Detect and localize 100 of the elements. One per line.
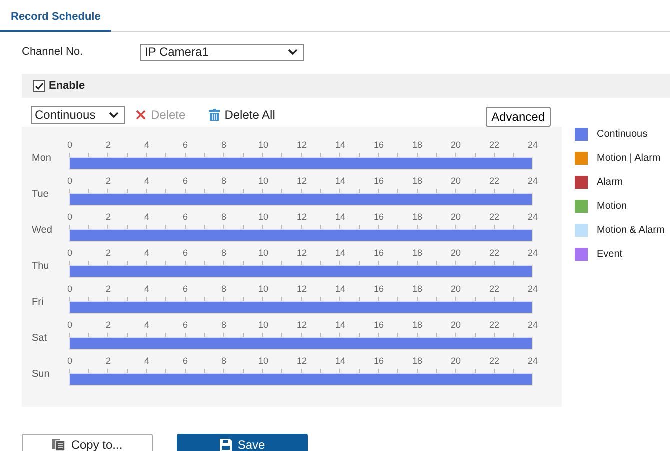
hour-label: 6	[182, 320, 189, 332]
hour-label: 6	[182, 140, 189, 152]
hour-label: 6	[182, 176, 189, 188]
channel-dropdown[interactable]: IP Camera1	[140, 44, 304, 60]
legend-label: Alarm	[597, 177, 624, 188]
hour-label: 20	[451, 284, 459, 296]
hour-label: 14	[336, 356, 344, 368]
hour-label: 22	[490, 320, 498, 332]
hour-label: 18	[412, 212, 420, 224]
hour-label: 16	[374, 320, 382, 332]
hour-label: 8	[220, 356, 228, 368]
save-button[interactable]: Save	[177, 434, 308, 451]
hour-label: 10	[258, 176, 266, 188]
hour-label: 16	[374, 176, 382, 188]
hour-label: 14	[336, 248, 344, 260]
record-type-dropdown[interactable]: Continuous	[31, 106, 125, 124]
hour-label: 12	[297, 140, 305, 152]
hour-label: 16	[374, 140, 382, 152]
hour-label: 18	[412, 248, 420, 260]
hour-label: 18	[412, 320, 420, 332]
hour-label: 24	[528, 284, 536, 296]
enable-label: Enable	[49, 80, 86, 92]
hour-label: 10	[258, 284, 266, 296]
hour-label: 0	[66, 356, 74, 368]
delete-all-button[interactable]: Delete All	[208, 108, 276, 122]
hour-label: 2	[104, 176, 112, 188]
hour-label: 12	[297, 356, 305, 368]
hour-label: 10	[258, 356, 266, 368]
hour-label: 8	[220, 320, 228, 332]
hour-label: 4	[143, 356, 150, 368]
close-icon	[136, 110, 146, 120]
hour-label: 20	[451, 176, 459, 188]
hour-label: 2	[104, 320, 112, 332]
hour-label: 20	[451, 356, 459, 368]
hour-label: 24	[528, 176, 536, 188]
hour-label: 10	[258, 320, 266, 332]
hour-label: 22	[490, 140, 498, 152]
hour-label: 22	[490, 248, 498, 260]
hour-label: 8	[220, 284, 228, 296]
trash-icon	[208, 109, 220, 121]
hour-label: 22	[490, 356, 498, 368]
hour-label: 6	[182, 284, 189, 296]
legend-label: Motion & Alarm	[597, 225, 665, 236]
hour-label: 4	[143, 284, 150, 296]
day-label: Sat	[31, 333, 48, 346]
day-label: Fri	[31, 297, 45, 310]
hour-label: 18	[412, 140, 420, 152]
hour-label: 16	[374, 356, 382, 368]
hour-label: 0	[66, 140, 74, 152]
hour-label: 12	[297, 212, 305, 224]
hour-label: 20	[451, 212, 459, 224]
legend-label: Event	[597, 249, 623, 260]
hour-label: 24	[528, 212, 536, 224]
hour-label: 12	[297, 320, 305, 332]
hour-label: 20	[451, 140, 459, 152]
save-icon	[220, 439, 232, 451]
hour-label: 2	[104, 356, 112, 368]
hour-label: 2	[104, 284, 112, 296]
hour-label: 16	[374, 248, 382, 260]
legend-label: Continuous	[597, 129, 648, 140]
caret-icon	[288, 49, 298, 56]
hour-label: 22	[490, 176, 498, 188]
hour-label: 2	[104, 212, 112, 224]
legend-label: Motion	[597, 201, 628, 212]
day-label: Mon	[31, 153, 52, 166]
hour-label: 8	[220, 212, 228, 224]
hour-label: 0	[66, 176, 74, 188]
hour-label: 14	[336, 176, 344, 188]
hour-label: 12	[297, 248, 305, 260]
hour-label: 20	[451, 248, 459, 260]
hour-label: 6	[182, 212, 189, 224]
hour-label: 12	[297, 176, 305, 188]
hour-label: 6	[182, 248, 189, 260]
hour-label: 24	[528, 248, 536, 260]
hour-label: 18	[412, 284, 420, 296]
hour-label: 14	[336, 320, 344, 332]
legend-label: Motion | Alarm	[597, 153, 661, 164]
hour-label: 14	[336, 212, 344, 224]
advanced-button[interactable]: Advanced	[486, 107, 551, 127]
hour-label: 18	[412, 356, 420, 368]
hour-label: 22	[490, 284, 498, 296]
hour-label: 2	[104, 248, 112, 260]
hour-label: 10	[258, 140, 266, 152]
hour-label: 8	[220, 176, 228, 188]
hour-label: 4	[143, 140, 150, 152]
enable-checkbox[interactable]	[33, 80, 45, 92]
hour-label: 24	[528, 320, 536, 332]
field-label: Channel No.	[22, 46, 84, 58]
hour-label: 14	[336, 140, 344, 152]
hour-label: 0	[66, 212, 74, 224]
day-label: Sun	[31, 369, 51, 382]
tab[interactable]: Record Schedule	[0, 11, 111, 32]
hour-label: 4	[143, 212, 150, 224]
hour-label: 4	[143, 320, 150, 332]
hour-label: 16	[374, 284, 382, 296]
hour-label: 4	[143, 248, 150, 260]
hour-label: 6	[182, 356, 189, 368]
hour-label: 24	[528, 140, 536, 152]
hour-label: 8	[220, 248, 228, 260]
hour-label: 16	[374, 212, 382, 224]
